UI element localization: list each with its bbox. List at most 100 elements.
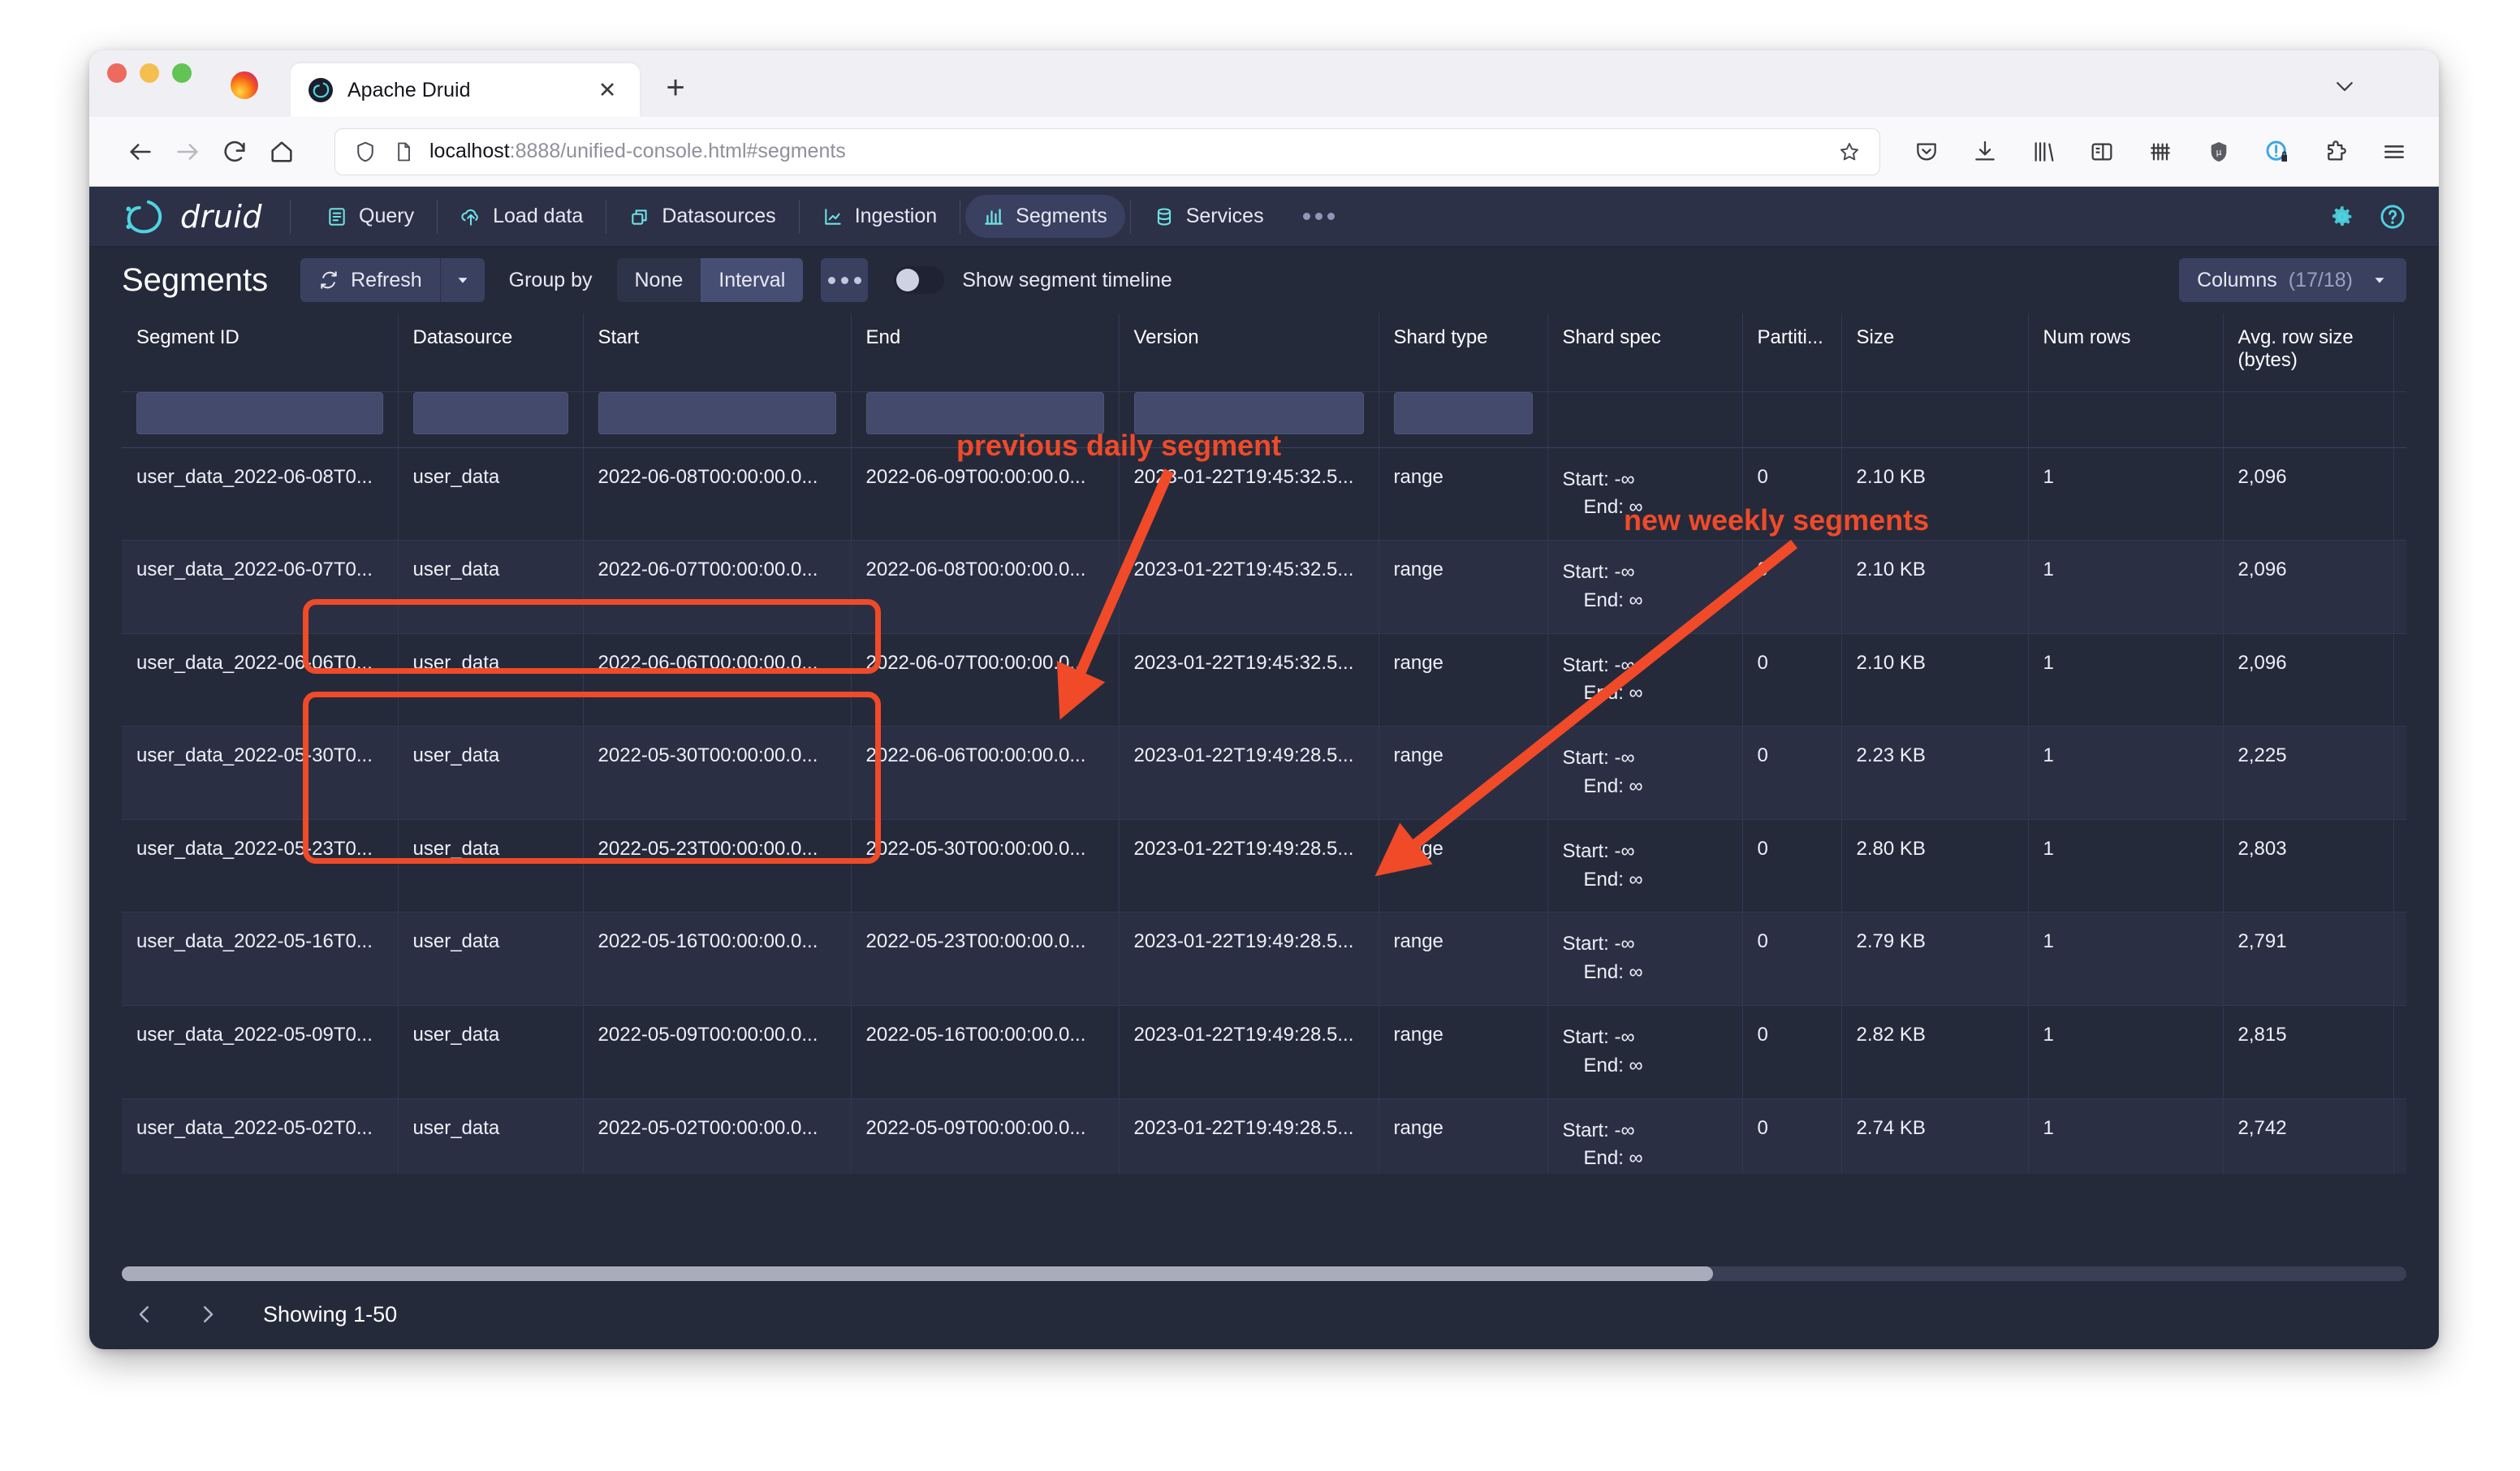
filter-input-shard-type[interactable] xyxy=(1394,392,1533,434)
size-cell: 2.79 KB xyxy=(1841,912,2028,1006)
shard-spec-end: End: ∞ xyxy=(1563,1145,1728,1173)
version-cell: 2023-01-22T19:49:28.5... xyxy=(1119,1006,1379,1099)
back-arrow-icon[interactable] xyxy=(117,128,164,175)
filter-input-segment-id[interactable] xyxy=(136,392,383,434)
shard-spec-cell: Start: -∞End: ∞ xyxy=(1547,541,1742,634)
datasource-cell: user_data xyxy=(398,912,583,1006)
table-row[interactable]: user_data_2022-06-08T0...user_data2022-0… xyxy=(122,447,2406,541)
extensions-puzzle-icon[interactable] xyxy=(2319,135,2353,169)
group-by-none-button[interactable]: None xyxy=(617,258,701,302)
filter-input-end[interactable] xyxy=(866,392,1104,434)
privacy-badger-icon[interactable] xyxy=(2260,135,2294,169)
refresh-button[interactable]: Refresh xyxy=(300,258,440,302)
nav-divider xyxy=(290,200,291,234)
column-header-shard-type[interactable]: Shard type xyxy=(1379,313,1547,391)
star-icon[interactable] xyxy=(1837,140,1862,164)
column-header-start[interactable]: Start xyxy=(583,313,851,391)
nav-item-query[interactable]: Query xyxy=(309,195,432,238)
druid-logo[interactable]: druid xyxy=(122,198,290,235)
shard-spec-start: Start: -∞ xyxy=(1563,559,1728,587)
list-all-tabs-icon[interactable] xyxy=(2328,70,2361,102)
druid-nav-items: Query Load data xyxy=(309,195,1351,238)
reload-icon[interactable] xyxy=(211,128,258,175)
column-header-shard-spec[interactable]: Shard spec xyxy=(1547,313,1742,391)
segment-timeline-toggle[interactable] xyxy=(894,266,944,294)
shard-spec-start: Start: -∞ xyxy=(1563,744,1728,773)
nav-item-datasources[interactable]: Datasources xyxy=(611,195,793,238)
sidebar-icon[interactable] xyxy=(2085,135,2119,169)
column-header-size[interactable]: Size xyxy=(1841,313,2028,391)
highlight-box-daily-segment xyxy=(303,599,881,674)
partition-cell: 0 xyxy=(1742,1098,1841,1174)
shard-type-cell: range xyxy=(1379,912,1547,1006)
column-header-datasource[interactable]: Datasource xyxy=(398,313,583,391)
refresh-icon xyxy=(318,270,339,291)
home-icon[interactable] xyxy=(258,128,305,175)
columns-button[interactable]: Columns (17/18) xyxy=(2179,258,2406,302)
nav-item-services[interactable]: Services xyxy=(1136,195,1282,238)
end-cell: 2022-06-06T00:00:00.0... xyxy=(851,727,1119,820)
column-header-avg-row-size[interactable]: Avg. row size (bytes) xyxy=(2223,313,2393,391)
nav-item-segments[interactable]: Segments xyxy=(965,195,1125,238)
containers-icon[interactable] xyxy=(2143,135,2177,169)
datasource-cell: user_data xyxy=(398,1098,583,1174)
table-row[interactable]: user_data_2022-05-02T0...user_data2022-0… xyxy=(122,1098,2406,1174)
toolbar-more-button[interactable] xyxy=(821,258,868,302)
close-icon[interactable]: ✕ xyxy=(593,75,622,105)
nav-more-icon[interactable] xyxy=(1287,205,1351,228)
forward-arrow-icon[interactable] xyxy=(164,128,211,175)
segment-timeline-label: Show segment timeline xyxy=(962,269,1172,292)
refresh-button-group: Refresh xyxy=(300,258,485,302)
nav-item-ingestion[interactable]: Ingestion xyxy=(805,195,955,238)
end-cell: 2022-05-30T00:00:00.0... xyxy=(851,819,1119,912)
size-cell: 2.23 KB xyxy=(1841,727,2028,820)
table-row[interactable]: user_data_2022-05-09T0...user_data2022-0… xyxy=(122,1006,2406,1099)
gear-icon[interactable] xyxy=(2328,203,2356,231)
refresh-dropdown-button[interactable] xyxy=(440,258,485,302)
column-header-replicas[interactable]: Rep xyxy=(2393,313,2406,391)
previous-page-button[interactable] xyxy=(122,1292,167,1337)
table-head: Segment ID Datasource Start End Version … xyxy=(122,313,2406,447)
partition-cell: 0 xyxy=(1742,819,1841,912)
help-icon[interactable] xyxy=(2379,203,2406,231)
url-bar[interactable]: localhost:8888/unified-console.html#segm… xyxy=(334,128,1880,175)
replicas-cell: 1 xyxy=(2393,727,2406,820)
segments-table-container[interactable]: Segment ID Datasource Start End Version … xyxy=(122,313,2406,1174)
browser-tab[interactable]: Apache Druid ✕ xyxy=(291,63,640,117)
column-header-end[interactable]: End xyxy=(851,313,1119,391)
chevron-down-icon xyxy=(2371,271,2388,289)
close-window-button[interactable] xyxy=(107,63,127,83)
hamburger-menu-icon[interactable] xyxy=(2377,135,2411,169)
end-cell: 2022-05-16T00:00:00.0... xyxy=(851,1006,1119,1099)
filter-input-version[interactable] xyxy=(1134,392,1364,434)
library-icon[interactable] xyxy=(2026,135,2060,169)
column-header-version[interactable]: Version xyxy=(1119,313,1379,391)
minimize-window-button[interactable] xyxy=(140,63,159,83)
new-tab-button[interactable]: + xyxy=(658,70,693,106)
start-cell: 2022-05-02T00:00:00.0... xyxy=(583,1098,851,1174)
maximize-window-button[interactable] xyxy=(172,63,192,83)
segment-id-cell: user_data_2022-05-16T0... xyxy=(122,912,398,1006)
group-by-interval-button[interactable]: Interval xyxy=(701,258,803,302)
group-by-segmented-control: None Interval xyxy=(617,258,804,302)
downloads-icon[interactable] xyxy=(1968,135,2002,169)
nav-item-load-data[interactable]: Load data xyxy=(442,195,601,238)
toggle-knob xyxy=(896,269,919,291)
brand-text: druid xyxy=(180,199,262,235)
column-header-segment-id[interactable]: Segment ID xyxy=(122,313,398,391)
column-header-num-rows[interactable]: Num rows xyxy=(2028,313,2223,391)
next-page-button[interactable] xyxy=(185,1292,231,1337)
column-header-partition[interactable]: Partiti... xyxy=(1742,313,1841,391)
pocket-icon[interactable] xyxy=(1909,135,1944,169)
browser-window: Apache Druid ✕ + xyxy=(89,50,2439,1349)
num-rows-cell: 1 xyxy=(2028,1098,2223,1174)
ublock-shield-icon[interactable]: µ xyxy=(2202,135,2236,169)
url-path: :8888/unified-console.html#segments xyxy=(510,140,846,162)
shard-type-cell: range xyxy=(1379,447,1547,541)
filter-input-start[interactable] xyxy=(598,392,836,434)
table-row[interactable]: user_data_2022-05-16T0...user_data2022-0… xyxy=(122,912,2406,1006)
num-rows-cell: 1 xyxy=(2028,633,2223,727)
services-icon xyxy=(1154,206,1175,227)
shard-spec-cell: Start: -∞End: ∞ xyxy=(1547,447,1742,541)
filter-input-datasource[interactable] xyxy=(413,392,568,434)
